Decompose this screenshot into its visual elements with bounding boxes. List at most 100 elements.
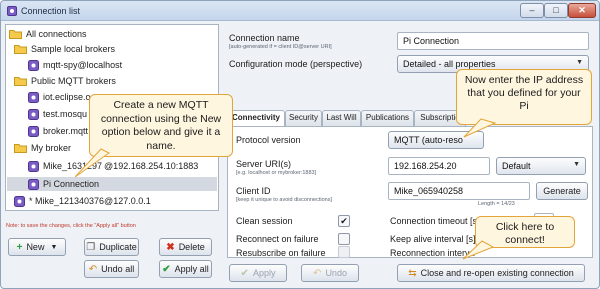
tree-item-label: broker.mqtt <box>43 126 89 136</box>
minimize-button[interactable]: – <box>520 3 544 18</box>
maximize-button[interactable]: □ <box>544 3 568 18</box>
tree-item-label: test.mosqu <box>43 109 88 119</box>
copy-icon: ❐ <box>86 241 96 253</box>
clean-session-checkbox[interactable]: ✔ <box>338 215 350 227</box>
tab-publications[interactable]: Publications <box>361 110 414 126</box>
delete-button-label: Delete <box>178 242 205 252</box>
tree-item-label: All connections <box>26 29 87 39</box>
close-reopen-connection-button[interactable]: ⇆ Close and re-open existing connection <box>397 264 585 282</box>
tree-item-sample-local-brokers[interactable]: Sample local brokers <box>14 42 115 56</box>
folder-open-icon <box>14 45 27 54</box>
keep-alive-label: Keep alive interval [s] <box>390 234 476 244</box>
connection-name-label: Connection name <box>229 33 300 43</box>
tree-item-all-connections[interactable]: All connections <box>9 27 87 41</box>
delete-button[interactable]: ✖ Delete <box>159 238 212 256</box>
clean-session-label: Clean session <box>236 216 293 226</box>
callout-create-connection: Create a new MQTT connection using the N… <box>89 94 233 157</box>
tree-item-mqtt-spy-localhost[interactable]: mqtt-spy@localhost <box>28 58 122 72</box>
connection-list-window: Connection list – □ ✕ All connections Sa… <box>0 0 600 289</box>
server-uri-label: Server URI(s) <box>236 159 292 169</box>
tree-item-mike-1631297[interactable]: Mike_1631297 @192.168.254.10:1883 <box>28 159 198 173</box>
client-id-label: Client ID <box>236 186 271 196</box>
tree-item-iot-eclipse[interactable]: iot.eclipse.o <box>28 90 91 104</box>
checkmark-icon: ✔ <box>240 267 249 279</box>
client-id-input[interactable]: Mike_065940258 <box>388 182 530 200</box>
reconnect-label: Reconnect on failure <box>236 234 319 244</box>
app-icon <box>7 6 17 16</box>
tree-item-suffix: @192.168.254.10:1883 <box>104 161 199 171</box>
plus-icon: + <box>16 241 23 253</box>
connection-timeout-label: Connection timeout [s] <box>390 216 480 226</box>
checkmark-icon: ✔ <box>162 263 171 275</box>
tree-item-label: Sample local brokers <box>31 44 116 54</box>
tab-connectivity[interactable]: Connectivity <box>227 110 285 127</box>
duplicate-button-label: Duplicate <box>99 242 137 252</box>
connection-icon <box>28 108 39 120</box>
title-bar: Connection list – □ ✕ <box>1 1 599 21</box>
folder-open-icon <box>9 30 22 39</box>
reconnect-checkbox[interactable] <box>338 233 350 245</box>
undo-all-button[interactable]: ↶ Undo all <box>84 260 139 278</box>
apply-all-button[interactable]: ✔ Apply all <box>159 260 212 278</box>
server-uri-mode-value: Default <box>502 161 531 171</box>
connection-icon <box>28 160 39 172</box>
server-uri-mode-select[interactable]: Default ▼ <box>496 157 586 175</box>
protocol-value: MQTT (auto-reso <box>394 135 463 145</box>
client-id-length: Length = 14/23 <box>478 201 515 207</box>
connection-icon <box>28 125 39 137</box>
tree-item-label: * Mike_121340376@127.0.0.1 <box>29 196 151 206</box>
undo-button[interactable]: ↶ Undo <box>301 264 359 282</box>
tab-last-will[interactable]: Last Will <box>322 110 361 126</box>
tree-item-label: mqtt-spy@localhost <box>43 60 123 70</box>
new-button[interactable]: + New ▼ <box>8 238 66 256</box>
connection-icon <box>28 91 39 103</box>
tree-item-broker-mqtt[interactable]: broker.mqtt <box>28 124 88 138</box>
tree-item-pi-connection[interactable]: Pi Connection <box>7 177 217 191</box>
window-title: Connection list <box>21 6 81 16</box>
resubscribe-label: Resubscribe on failure <box>236 248 326 258</box>
protocol-label: Protocol version <box>236 135 301 145</box>
generate-button[interactable]: Generate <box>536 182 588 200</box>
undo-icon: ↶ <box>313 267 322 279</box>
connection-icon <box>28 59 39 71</box>
tree-item-label: Mike_1631297 <box>43 161 103 171</box>
tab-security[interactable]: Security <box>285 110 322 126</box>
callout-enter-ip: Now enter the IP address that you define… <box>456 69 592 125</box>
connection-icon <box>14 195 25 207</box>
tree-item-my-broker[interactable]: My broker <box>14 141 71 155</box>
tree-item-label: Public MQTT brokers <box>31 76 116 86</box>
undo-all-button-label: Undo all <box>101 264 135 274</box>
undo-button-label: Undo <box>325 268 347 278</box>
resubscribe-checkbox[interactable] <box>338 246 350 258</box>
apply-all-button-label: Apply all <box>174 264 209 274</box>
tree-item-label: Pi Connection <box>43 179 100 189</box>
new-button-label: New <box>26 242 45 252</box>
client-id-hint: [keep it unique to avoid disconnections] <box>236 197 333 203</box>
checkmark-icon: ✔ <box>340 216 348 226</box>
reconnection-interval-label: Reconnection interva <box>390 248 475 258</box>
tree-item-label: iot.eclipse.o <box>43 92 91 102</box>
config-mode-value: Detailed - all properties <box>403 59 496 69</box>
connection-icon <box>28 178 39 190</box>
delete-icon: ✖ <box>166 241 175 253</box>
save-note: Note: to save the changes, click the "Ap… <box>6 223 136 229</box>
callout-click-to-connect: Click here to connect! <box>475 216 575 248</box>
connection-name-input[interactable]: Pi Connection <box>397 32 589 50</box>
tree-item-public-mqtt-brokers[interactable]: Public MQTT brokers <box>14 74 116 88</box>
chevron-down-icon: ▼ <box>576 59 583 66</box>
folder-open-icon <box>14 77 27 86</box>
reconnect-icon: ⇆ <box>408 267 417 279</box>
chevron-down-icon: ▼ <box>573 161 580 168</box>
connection-name-hint: [auto-generated if = client ID@server UR… <box>229 44 332 50</box>
tree-item-mike-121340376[interactable]: * Mike_121340376@127.0.0.1 <box>14 194 151 208</box>
close-window-button[interactable]: ✕ <box>568 3 596 18</box>
apply-button[interactable]: ✔ Apply <box>229 264 287 282</box>
duplicate-button[interactable]: ❐ Duplicate <box>84 238 139 256</box>
server-uri-input[interactable]: 192.168.254.20 <box>388 157 490 175</box>
undo-icon: ↶ <box>88 263 98 275</box>
tree-item-test-mosquitto[interactable]: test.mosqu <box>28 107 87 121</box>
folder-open-icon <box>14 144 27 153</box>
config-mode-label: Configuration mode (perspective) <box>229 59 363 69</box>
tree-item-label: My broker <box>31 143 72 153</box>
protocol-select[interactable]: MQTT (auto-reso <box>388 131 484 149</box>
